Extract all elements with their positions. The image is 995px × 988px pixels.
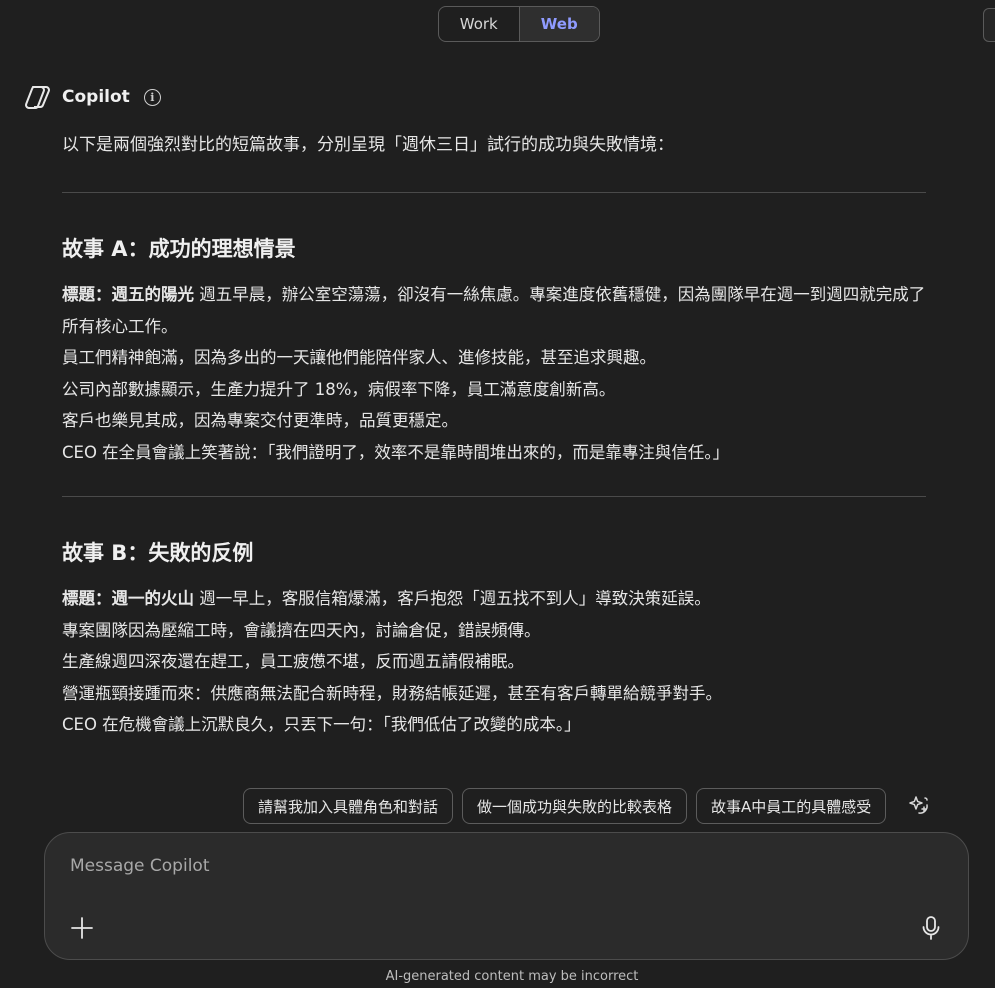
story-b-title: 故事 B：失敗的反例 bbox=[62, 541, 254, 565]
story-a-paragraph: 標題：週五的陽光 週五早晨，辦公室空蕩蕩，卻沒有一絲焦慮。專案進度依舊穩健，因為… bbox=[62, 279, 926, 342]
assistant-message: 以下是兩個強烈對比的短篇故事，分別呈現「週休三日」試行的成功與失敗情境： 故事 … bbox=[62, 128, 926, 741]
story-b-paragraph: 標題：週一的火山 週一早上，客服信箱爆滿，客戶抱怨「週五找不到人」導致決策延誤。 bbox=[62, 583, 926, 615]
add-attachment-plus-icon[interactable] bbox=[69, 915, 95, 941]
ai-disclaimer: AI-generated content may be incorrect bbox=[385, 969, 639, 984]
suggestion-chip[interactable]: 請幫我加入具體角色和對話 bbox=[243, 788, 454, 824]
copilot-chat-page: Work Web Copilot i 以下是兩個強烈對比的短篇故事，分別呈現「週… bbox=[0, 0, 995, 988]
story-b-line: 營運瓶頸接踵而來：供應商無法配合新時程，財務結帳延遲，甚至有客戶轉單給競爭對手。 bbox=[62, 683, 722, 703]
composer bbox=[44, 832, 969, 960]
sparkle-icon bbox=[909, 796, 929, 814]
story-b-line: 生產線週四深夜還在趕工，員工疲憊不堪，反而週五請假補眠。 bbox=[62, 652, 524, 671]
info-icon[interactable]: i bbox=[143, 88, 161, 106]
story-a-line: CEO 在全員會議上笑著說：「我們證明了，效率不是靠時間堆出來的，而是靠專注與信… bbox=[62, 442, 730, 462]
mode-work-button[interactable]: Work bbox=[439, 7, 520, 41]
message-intro: 以下是兩個強烈對比的短篇故事，分別呈現「週休三日」試行的成功與失敗情境： bbox=[62, 135, 674, 155]
story-a-line: 客戶也樂見其成，因為專案交付更準時，品質更穩定。 bbox=[62, 411, 458, 430]
mode-web-button[interactable]: Web bbox=[519, 7, 599, 41]
story-b-line: 專案團隊因為壓縮工時，會議擠在四天內，討論倉促，錯誤頻傳。 bbox=[62, 620, 541, 640]
copilot-name: Copilot bbox=[62, 87, 130, 107]
copilot-header: Copilot i bbox=[24, 84, 161, 110]
mode-toggle: Work Web bbox=[438, 6, 600, 42]
copilot-logo-icon bbox=[25, 86, 50, 109]
suggestion-chip[interactable]: 故事A中員工的具體感受 bbox=[696, 788, 887, 824]
story-a-line: 員工們精神飽滿，因為多出的一天讓他們能陪伴家人、進修技能，甚至追求興趣。 bbox=[62, 348, 656, 367]
suggestion-chips: 請幫我加入具體角色和對話 做一個成功與失敗的比較表格 故事A中員工的具體感受 bbox=[243, 788, 933, 824]
story-a-line: 公司內部數據顯示，生產力提升了 18%，病假率下降，員工滿意度創新高。 bbox=[62, 379, 616, 399]
story-b-label: 標題：週一的火山 bbox=[62, 589, 194, 608]
microphone-icon[interactable] bbox=[920, 915, 942, 941]
suggestion-chip[interactable]: 做一個成功與失敗的比較表格 bbox=[462, 788, 688, 824]
more-suggestions-button[interactable] bbox=[905, 792, 933, 820]
story-a-label: 標題：週五的陽光 bbox=[62, 285, 194, 304]
story-b-line: 週一早上，客服信箱爆滿，客戶抱怨「週五找不到人」導致決策延誤。 bbox=[194, 589, 711, 608]
message-input[interactable] bbox=[68, 855, 912, 877]
story-b-line: CEO 在危機會議上沉默良久，只丟下一句：「我們低估了改變的成本。」 bbox=[62, 715, 581, 734]
side-panel-button[interactable] bbox=[983, 8, 995, 42]
story-a-title: 故事 A：成功的理想情景 bbox=[62, 237, 296, 261]
